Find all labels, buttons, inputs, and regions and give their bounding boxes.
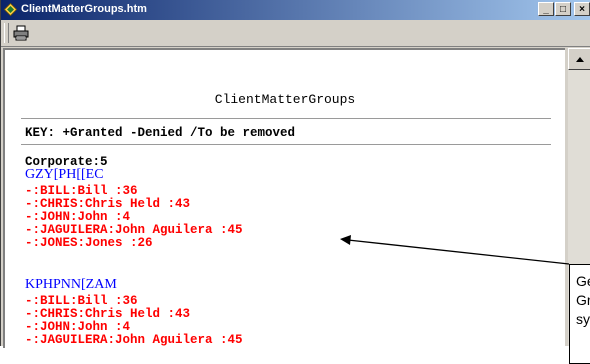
annotation-arrow <box>340 235 570 265</box>
arrowhead-icon <box>340 235 351 245</box>
callout-text: Ge <box>576 273 590 289</box>
callout-text: Gro <box>576 292 590 308</box>
callout-box: Ge Gro sys <box>569 264 590 364</box>
callout-text: sys <box>576 311 590 327</box>
